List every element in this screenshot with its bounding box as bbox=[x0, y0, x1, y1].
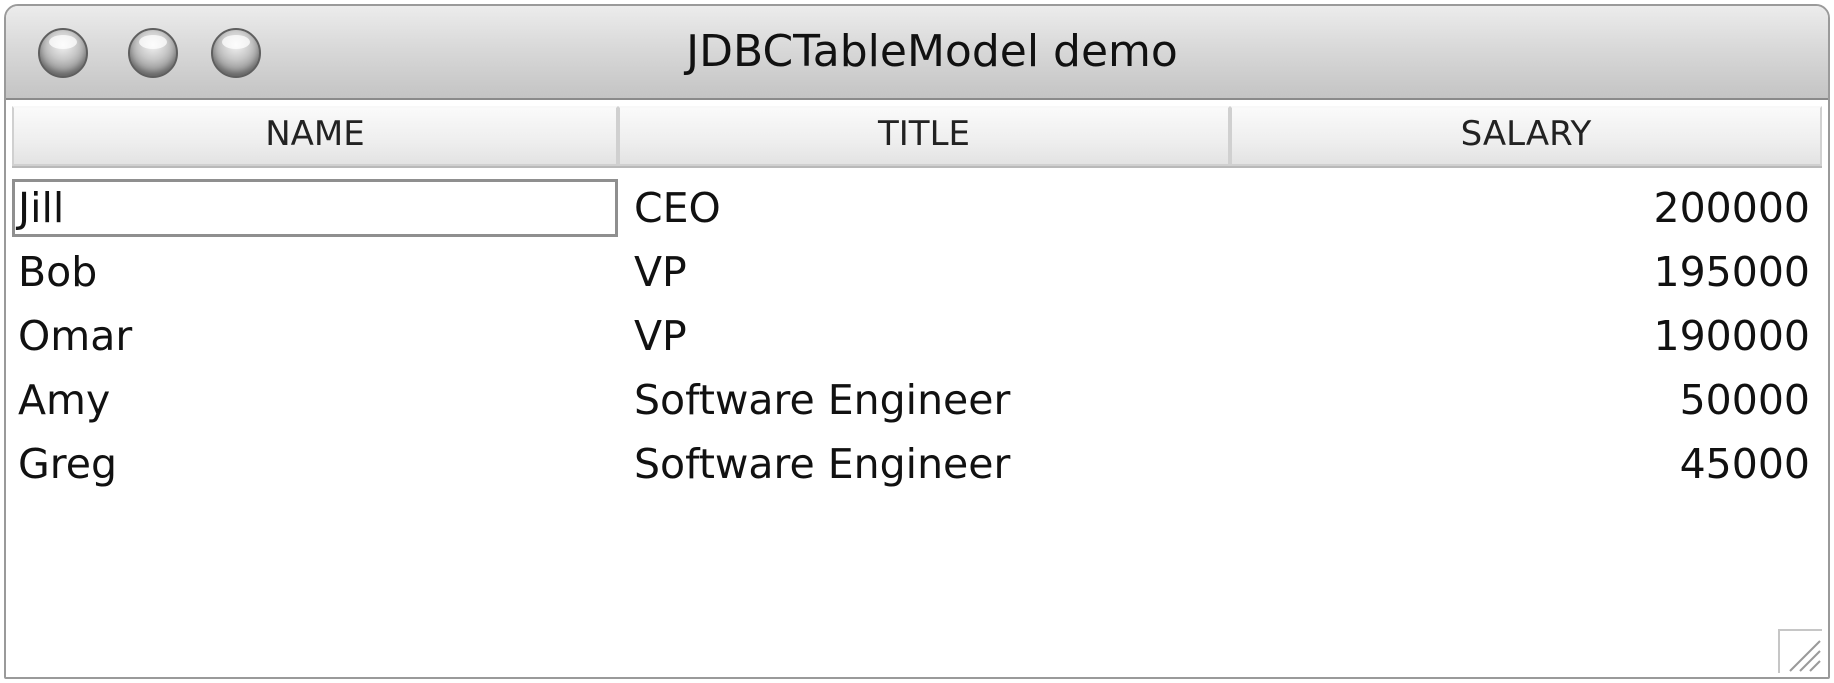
name-cell[interactable]: Omar bbox=[12, 312, 618, 360]
table-header: NAME TITLE SALARY bbox=[12, 106, 1822, 168]
salary-cell[interactable]: 190000 bbox=[1230, 312, 1822, 360]
table-row[interactable]: Bob VP 195000 bbox=[12, 240, 1822, 304]
title-bar[interactable]: JDBCTableModel demo bbox=[6, 6, 1828, 100]
table-row[interactable]: Omar VP 190000 bbox=[12, 304, 1822, 368]
salary-cell[interactable]: 45000 bbox=[1230, 440, 1822, 488]
salary-cell[interactable]: 195000 bbox=[1230, 248, 1822, 296]
name-cell[interactable]: Greg bbox=[12, 440, 618, 488]
table-row[interactable]: Amy Software Engineer 50000 bbox=[12, 368, 1822, 432]
table-row[interactable]: Jill CEO 200000 bbox=[12, 176, 1822, 240]
resize-grip-icon[interactable] bbox=[1778, 629, 1822, 673]
window-title: JDBCTableModel demo bbox=[686, 26, 1178, 77]
table-body: Jill CEO 200000 Bob VP 195000 Omar VP 19… bbox=[12, 176, 1822, 496]
salary-cell[interactable]: 200000 bbox=[1230, 184, 1822, 232]
name-cell[interactable]: Bob bbox=[12, 248, 618, 296]
title-cell[interactable]: Software Engineer bbox=[618, 376, 1230, 424]
column-header-name[interactable]: NAME bbox=[12, 106, 618, 166]
column-header-salary[interactable]: SALARY bbox=[1230, 106, 1822, 166]
salary-cell[interactable]: 50000 bbox=[1230, 376, 1822, 424]
name-cell[interactable]: Amy bbox=[12, 376, 618, 424]
name-cell[interactable]: Jill bbox=[12, 179, 618, 237]
title-cell[interactable]: VP bbox=[618, 312, 1230, 360]
table-row[interactable]: Greg Software Engineer 45000 bbox=[12, 432, 1822, 496]
title-cell[interactable]: VP bbox=[618, 248, 1230, 296]
title-cell[interactable]: Software Engineer bbox=[618, 440, 1230, 488]
column-header-title[interactable]: TITLE bbox=[618, 106, 1230, 166]
title-cell[interactable]: CEO bbox=[618, 184, 1230, 232]
app-window: JDBCTableModel demo NAME TITLE SALARY Ji… bbox=[4, 4, 1830, 679]
